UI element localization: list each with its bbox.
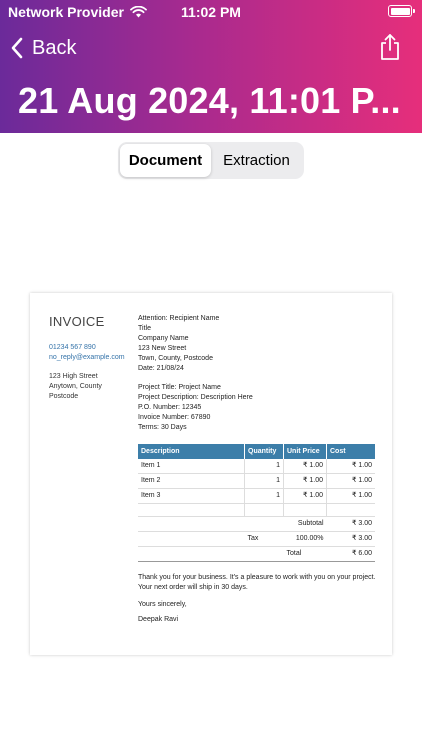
sender-contact: 01234 567 890 no_reply@example.com [49,343,125,363]
sender-address-line: 123 High Street [49,373,98,380]
subtotal-label: Subtotal [283,516,327,532]
invoice-date: Date: 21/08/24 [138,365,184,372]
table-row-empty [138,503,375,517]
subtotal-value: ₹ 3.00 [326,516,375,532]
project-line: P.O. Number: 12345 [138,404,202,411]
total-label: Total [283,546,327,562]
table-row: Item 2 1 ₹ 1.00 ₹ 1.00 [138,473,375,489]
item-quantity: 1 [244,459,284,474]
sender-address: 123 High Street Anytown, County Postcode [49,372,102,402]
segment-extraction[interactable]: Extraction [211,144,302,177]
project-line: Invoice Number: 67890 [138,414,211,421]
item-cost: ₹ 1.00 [326,459,375,474]
total-row: Total ₹ 6.00 [138,546,375,562]
table-row: Item 1 1 ₹ 1.00 ₹ 1.00 [138,459,375,474]
invoice-title: INVOICE [49,314,105,329]
column-header: Cost [326,444,375,459]
header: Network Provider 11:02 PM Back 21 Aug 20… [0,0,422,133]
column-header: Unit Price [283,444,327,459]
item-description: Item 2 [138,473,245,489]
recipient-line: Attention: Recipient Name [138,315,220,322]
item-unit-price: ₹ 1.00 [283,459,327,474]
sender-address-line: Anytown, County [49,383,102,390]
item-quantity: 1 [244,488,284,504]
recipient-line: Town, County, Postcode [138,355,213,362]
total-value: ₹ 6.00 [326,546,375,562]
thank-you-note: Thank you for your business. It's a plea… [138,574,376,591]
recipient-line: Company Name [138,335,189,342]
item-description: Item 1 [138,459,245,474]
item-unit-price: ₹ 1.00 [283,473,327,489]
tax-value: ₹ 3.00 [326,531,375,547]
project-line: Terms: 30 Days [138,424,187,431]
item-description: Item 3 [138,488,245,504]
back-label: Back [32,36,77,59]
recipient-line: Title [138,325,151,332]
subtotal-row: Subtotal ₹ 3.00 [138,516,375,532]
chevron-left-icon [11,37,23,59]
sender-phone: 01234 567 890 [49,344,96,351]
sender-address-line: Postcode [49,393,79,400]
recipient-block: Attention: Recipient Name Title Company … [138,314,219,374]
signer-name: Deepak Ravi [138,616,179,623]
share-icon [381,34,399,60]
status-bar: Network Provider 11:02 PM [0,0,422,24]
share-button[interactable] [378,33,402,61]
item-quantity: 1 [244,473,284,489]
invoice-items-table: Description Quantity Unit Price Cost Ite… [138,444,375,562]
table-header-row: Description Quantity Unit Price Cost [138,444,375,459]
tax-row: Tax 100.00% ₹ 3.00 [138,531,375,547]
back-button[interactable]: Back [10,34,76,62]
column-header: Quantity [244,444,284,459]
tax-rate: 100.00% [283,531,327,547]
segment-document[interactable]: Document [120,144,211,177]
battery-icon [388,5,415,17]
view-segmented-control: Document Extraction [118,142,304,179]
item-cost: ₹ 1.00 [326,488,375,504]
sender-email: no_reply@example.com [49,354,125,361]
column-header: Description [138,444,245,459]
invoice-document-preview: INVOICE 01234 567 890 no_reply@example.c… [30,293,392,655]
project-line: Project Description: Description Here [138,394,253,401]
tax-label: Tax [244,531,284,547]
item-cost: ₹ 1.00 [326,473,375,489]
closing-line: Yours sincerely, [138,601,187,608]
project-line: Project Title: Project Name [138,384,221,391]
project-block: Project Title: Project Name Project Desc… [138,383,253,433]
item-unit-price: ₹ 1.00 [283,488,327,504]
status-time: 11:02 PM [181,4,241,20]
recipient-line: 123 New Street [138,345,187,352]
table-row: Item 3 1 ₹ 1.00 ₹ 1.00 [138,488,375,504]
page-title: 21 Aug 2024, 11:01 P... [18,80,401,121]
